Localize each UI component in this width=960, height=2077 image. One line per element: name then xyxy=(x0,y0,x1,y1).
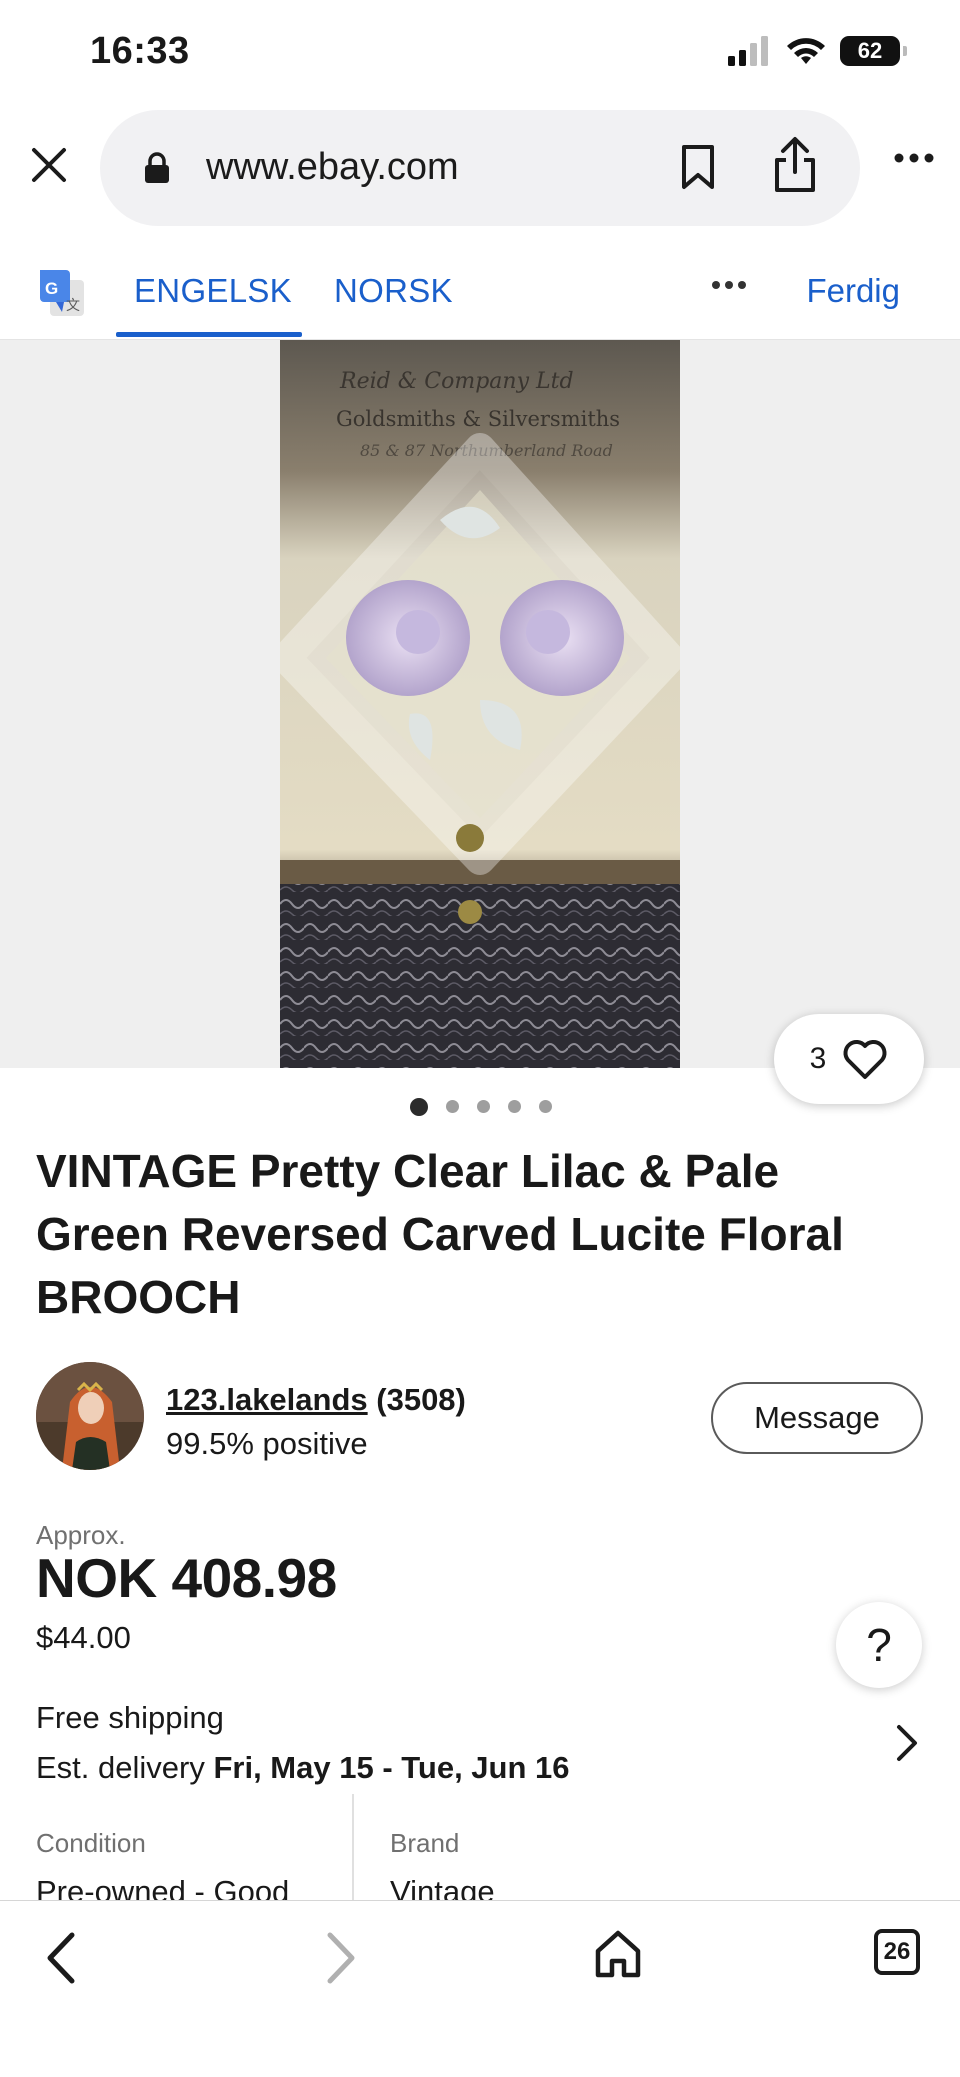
shipping-label[interactable]: Free shipping xyxy=(36,1700,224,1736)
close-button[interactable] xyxy=(22,138,76,192)
carousel-dot[interactable] xyxy=(446,1100,459,1113)
carousel-dot[interactable] xyxy=(410,1098,428,1116)
tab-source-language[interactable]: ENGELSK xyxy=(134,272,292,310)
translate-bar: G 文 ENGELSK NORSK Ferdig xyxy=(0,250,960,340)
chevron-right-icon[interactable] xyxy=(896,1724,918,1762)
seller-name-link[interactable]: 123.lakelands xyxy=(166,1382,368,1417)
translate-more-icon[interactable] xyxy=(712,280,746,290)
seller-info: 123.lakelands (3508) xyxy=(166,1382,466,1418)
home-icon[interactable] xyxy=(594,1929,642,1979)
more-icon[interactable] xyxy=(894,152,934,164)
delivery-dates: Fri, May 15 - Tue, Jun 16 xyxy=(213,1750,570,1785)
delivery-prefix: Est. delivery xyxy=(36,1750,205,1785)
carousel-dot[interactable] xyxy=(508,1100,521,1113)
address-bar[interactable]: www.ebay.com xyxy=(100,110,860,226)
share-icon[interactable] xyxy=(772,136,818,194)
carousel-indicator xyxy=(0,1098,960,1116)
lock-icon xyxy=(145,152,169,183)
status-icons: 62 xyxy=(728,36,907,66)
back-icon[interactable] xyxy=(40,1931,84,1985)
help-button[interactable]: ? xyxy=(836,1602,922,1688)
price-local: NOK 408.98 xyxy=(36,1547,337,1609)
cellular-signal-icon xyxy=(728,36,768,66)
condition-label: Condition xyxy=(36,1828,146,1858)
battery-indicator: 62 xyxy=(840,36,907,66)
done-button[interactable]: Ferdig xyxy=(806,272,900,310)
google-translate-icon: G 文 xyxy=(40,270,84,316)
message-button[interactable]: Message xyxy=(711,1382,923,1454)
wifi-icon xyxy=(787,38,825,64)
active-tab-indicator xyxy=(116,332,302,337)
browser-bar: www.ebay.com xyxy=(0,108,960,228)
heart-icon xyxy=(843,1040,887,1079)
seller-positive-rating: 99.5% positive xyxy=(166,1426,368,1461)
watch-button[interactable]: 3 xyxy=(774,1014,924,1104)
status-bar: 16:33 62 xyxy=(0,0,960,108)
tab-target-language[interactable]: NORSK xyxy=(334,272,453,310)
browser-toolbar: 26 xyxy=(0,1900,960,2077)
tab-switcher-button[interactable]: 26 xyxy=(874,1929,920,1975)
brand-label: Brand xyxy=(390,1828,460,1858)
carousel-dot[interactable] xyxy=(477,1100,490,1113)
price-usd: $44.00 xyxy=(36,1620,131,1655)
close-icon xyxy=(32,148,66,182)
listing-title: VINTAGE Pretty Clear Lilac & Pale Green … xyxy=(36,1145,844,1323)
seller-feedback-count: (3508) xyxy=(376,1382,466,1417)
bookmark-icon[interactable] xyxy=(678,144,718,190)
status-time: 16:33 xyxy=(90,30,190,72)
carousel-dot[interactable] xyxy=(539,1100,552,1113)
svg-text:Reid & Company Ltd: Reid & Company Ltd xyxy=(339,369,574,394)
product-photo: Reid & Company Ltd Goldsmiths & Silversm… xyxy=(280,340,680,1068)
spec-divider xyxy=(352,1794,354,1904)
forward-icon[interactable] xyxy=(318,1931,362,1985)
seller-avatar[interactable] xyxy=(36,1362,144,1470)
like-count: 3 xyxy=(809,1042,827,1075)
svg-text:Goldsmiths & Silversmiths: Goldsmiths & Silversmiths xyxy=(336,407,620,431)
svg-text:G: G xyxy=(45,279,58,298)
url-text: www.ebay.com xyxy=(206,146,459,188)
product-image-carousel[interactable]: Reid & Company Ltd Goldsmiths & Silversm… xyxy=(0,340,960,1068)
svg-text:文: 文 xyxy=(66,298,80,314)
delivery-estimate: Est. delivery Fri, May 15 - Tue, Jun 16 xyxy=(36,1750,570,1786)
